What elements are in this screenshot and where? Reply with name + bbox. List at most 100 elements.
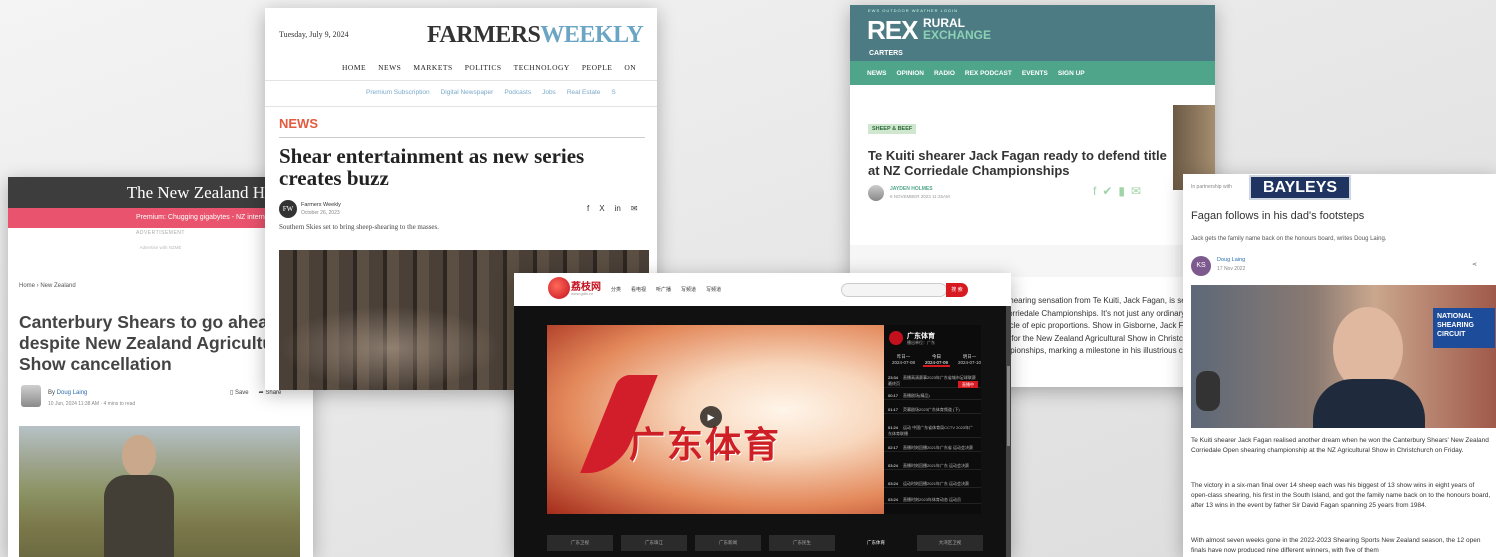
share-button[interactable]: ➦ Share [259, 389, 282, 396]
nav-category[interactable]: 分类 [611, 286, 621, 293]
photo-subject-shirt [1313, 379, 1425, 428]
share-bar: f ✔ ▮ ✉ [1093, 184, 1141, 198]
rex-logo[interactable]: REX [867, 15, 918, 46]
subnav-more[interactable]: S [611, 89, 615, 96]
email-icon[interactable]: ✉ [1131, 184, 1141, 198]
nav-technology[interactable]: TECHNOLOGY [514, 63, 570, 72]
search-button[interactable]: 搜 索 [946, 283, 968, 297]
nav-opinion[interactable]: OPINION [897, 70, 924, 77]
email-icon[interactable]: ✉ [631, 204, 638, 213]
linkedin-icon[interactable]: ▮ [1118, 184, 1125, 198]
article-headline: Fagan follows in his dad's footsteps [1191, 210, 1365, 222]
subnav-podcasts[interactable]: Podcasts [504, 89, 531, 96]
scrollbar[interactable] [1006, 306, 1011, 557]
day-tab-tomorrow[interactable]: 明日一 2024-07-10 [956, 353, 983, 367]
nav-news[interactable]: NEWS [378, 63, 401, 72]
photo-subject [104, 435, 174, 557]
facebook-icon[interactable]: f [587, 204, 589, 213]
facebook-icon[interactable]: f [1093, 184, 1096, 198]
nav-channel[interactable]: 写频道 [681, 286, 696, 293]
play-icon[interactable]: ▶ [700, 406, 722, 428]
program-item[interactable]: 03:24 直播时刻回播2021年广东 运动会决赛 [884, 463, 981, 470]
program-time: 00:17 [888, 393, 899, 398]
microphone-icon [1196, 371, 1220, 411]
nav-sign-up[interactable]: SIGN UP [1058, 70, 1085, 77]
nav-home[interactable]: HOME [342, 63, 366, 72]
program-item[interactable]: 00:17 直播剧场(精品) [884, 393, 981, 400]
program-time: 01:17 [888, 407, 899, 412]
scrollbar-thumb[interactable] [1007, 366, 1010, 446]
by-prefix: By [48, 390, 57, 396]
search-input[interactable] [841, 283, 947, 297]
nav-rex-podcast[interactable]: REX PODCAST [965, 70, 1012, 77]
program-title: 直播时刻2023年体育动态 运动员 [903, 497, 962, 502]
twitter-icon[interactable]: ✔ [1102, 184, 1112, 198]
subnav-jobs[interactable]: Jobs [542, 89, 556, 96]
date-label: Tuesday, July 9, 2024 [279, 30, 349, 39]
partner-label: In partnership with [1191, 184, 1232, 190]
author-avatar [21, 385, 41, 407]
rex-logo-text: RURAL EXCHANGE [923, 17, 991, 41]
program-item[interactable]: 01:17 荧幕剧场2023广东体育频道 (下) [884, 407, 981, 414]
breadcrumb[interactable]: Home › New Zealand [19, 283, 76, 289]
day-tab-today[interactable]: 今日 2024-07-09 [923, 353, 950, 367]
category-tag[interactable]: SHEEP & BEEF [868, 124, 917, 134]
author-link[interactable]: Doug Laing [57, 390, 88, 396]
nav-tv[interactable]: 看电视 [631, 286, 646, 293]
site-logo-icon[interactable] [548, 277, 570, 299]
section-label[interactable]: NEWS [279, 116, 318, 131]
program-time: 23:34 [888, 375, 899, 380]
program-time: 03:24 [888, 481, 899, 486]
bayleys-article-screenshot: In partnership with BAYLEYS Fagan follow… [1183, 174, 1496, 557]
channel-tab[interactable]: 大湾区卫视 [917, 535, 983, 551]
sub-nav: Premium Subscription Digital Newspaper P… [366, 89, 616, 96]
nav-people[interactable]: PEOPLE [582, 63, 613, 72]
publish-date: October 26, 2023 [301, 210, 340, 216]
program-item[interactable]: 02:17 直播时刻回播2021年广东省 运动会决赛 [884, 445, 981, 452]
article-paragraph: With almost seven weeks gone in the 2022… [1191, 537, 1481, 554]
top-links[interactable]: EWS OUTDOOR WEATHER LOGIN [868, 8, 958, 13]
share-icon[interactable]: ⋖ [1472, 261, 1477, 268]
nav-events[interactable]: EVENTS [1022, 70, 1048, 77]
subnav-premium[interactable]: Premium Subscription [366, 89, 430, 96]
channel-tab[interactable]: 广东卫视 [547, 535, 613, 551]
nav-politics[interactable]: POLITICS [465, 63, 502, 72]
author-name[interactable]: JAYDEN HOLMES [890, 186, 933, 192]
nav-channel-2[interactable]: 写频道 [706, 286, 721, 293]
subnav-real-estate[interactable]: Real Estate [567, 89, 601, 96]
channel-tab[interactable]: 广东新闻 [695, 535, 761, 551]
program-item[interactable]: 03:24 直播时刻2023年体育动态 运动员 [884, 497, 981, 504]
day-tabs: 昨日一 2024-07-08 今日 2024-07-09 明日一 2024-07-10 [890, 353, 983, 367]
author-name[interactable]: Farmers Weekly [301, 202, 341, 208]
day-date: 2024-07-10 [957, 360, 982, 365]
day-tab-yesterday[interactable]: 昨日一 2024-07-08 [890, 353, 917, 367]
nav-on[interactable]: ON [624, 63, 636, 72]
bayleys-logo[interactable]: BAYLEYS [1249, 175, 1351, 200]
article-headline: Shear entertainment as new series create… [279, 144, 585, 190]
author-avatar: FW [279, 200, 297, 218]
program-item[interactable]: 01:24 运动 中国广东省体育局CCTV 2023年广东体育联播 [884, 425, 981, 438]
article-headline: Te Kuiti shearer Jack Fagan ready to def… [868, 148, 1167, 178]
author-avatar [868, 185, 884, 201]
channel-tab[interactable]: 广东珠江 [621, 535, 687, 551]
program-item[interactable]: 03:24 运动时刻回播2021年广东 运动会决赛 [884, 481, 981, 488]
site-url: www.gdtv.cn [571, 291, 594, 296]
nav-radio[interactable]: 听广播 [656, 286, 671, 293]
x-icon[interactable]: X [599, 204, 604, 213]
linkedin-icon[interactable]: in [615, 204, 621, 213]
channel-tab[interactable]: 广东民生 [769, 535, 835, 551]
subnav-digital[interactable]: Digital Newspaper [441, 89, 494, 96]
channel-tab-active[interactable]: 广东体育 [843, 535, 909, 551]
main-nav: HOME NEWS MARKETS POLITICS TECHNOLOGY PE… [342, 63, 636, 72]
nav-news[interactable]: NEWS [867, 70, 887, 77]
standfirst: Southern Skies set to bring sheep-sheari… [279, 223, 440, 231]
farmers-weekly-logo[interactable]: FARMERSWEEKLY [427, 22, 644, 49]
save-button[interactable]: ▯ Save [230, 389, 249, 396]
save-label: Save [234, 390, 249, 396]
logo-accent: WEEKLY [540, 22, 644, 48]
day-date: 2024-07-08 [891, 360, 916, 365]
nav-radio[interactable]: RADIO [934, 70, 955, 77]
nav-markets[interactable]: MARKETS [413, 63, 452, 72]
schedule-panel: 广东体育 播出单位：广东 昨日一 2024-07-08 今日 2024-07-09 … [884, 325, 981, 514]
author-name[interactable]: Doug Laing [1217, 257, 1245, 263]
